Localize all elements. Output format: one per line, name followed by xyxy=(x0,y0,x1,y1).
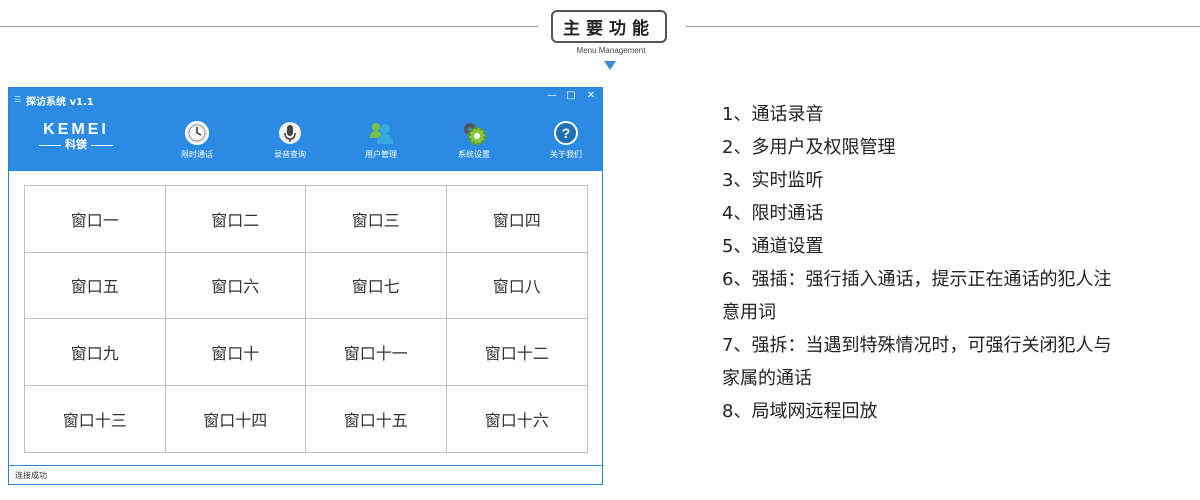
section-subtitle: Menu Management xyxy=(576,46,646,55)
grid-window-15[interactable]: 窗口十五 xyxy=(306,385,447,452)
clock-icon xyxy=(184,120,210,146)
window-title: 探访系统 v1.1 xyxy=(26,97,94,108)
grid-window-5[interactable]: 窗口五 xyxy=(25,252,166,319)
grid-window-4[interactable]: 窗口四 xyxy=(446,186,587,253)
feature-item: 8、局域网远程回放 xyxy=(722,401,878,422)
down-arrow-icon xyxy=(604,61,616,70)
feature-list: 1、通话录音 2、多用户及权限管理 3、实时监听 4、限时通话 5、通道设置 6… xyxy=(722,98,1152,428)
close-button[interactable]: ✕ xyxy=(583,89,599,103)
grid-window-10[interactable]: 窗口十 xyxy=(165,319,306,386)
grid-window-7[interactable]: 窗口七 xyxy=(306,252,447,319)
toolbar-item-user-management[interactable]: 用户管理 xyxy=(351,116,411,170)
header-divider-right xyxy=(686,26,1200,27)
toolbar-item-about-us[interactable]: ? 关于我们 xyxy=(536,116,596,170)
grid-window-3[interactable]: 窗口三 xyxy=(306,186,447,253)
grid-window-2[interactable]: 窗口二 xyxy=(165,186,306,253)
grid-window-16[interactable]: 窗口十六 xyxy=(447,386,588,453)
svg-text:?: ? xyxy=(562,125,571,141)
maximize-button[interactable]: □ xyxy=(563,89,579,103)
section-title: 主要功能 xyxy=(551,10,667,43)
feature-item: 5、通道设置 xyxy=(722,236,824,257)
grid-window-12[interactable]: 窗口十二 xyxy=(446,319,587,386)
help-icon: ? xyxy=(553,120,579,146)
app-window: ☰ 探访系统 v1.1 — □ ✕ KEMEI 科镁 限时通话 录音查询 用户管… xyxy=(8,87,603,485)
toolbar-item-timed-call[interactable]: 限时通话 xyxy=(167,116,227,170)
kemei-logo: KEMEI 科镁 xyxy=(31,122,121,162)
grid-window-14[interactable]: 窗口十四 xyxy=(166,385,306,452)
gear-icon xyxy=(461,120,487,146)
grid-window-8[interactable]: 窗口八 xyxy=(446,253,587,319)
toolbar-item-system-settings[interactable]: 系统设置 xyxy=(444,116,504,170)
grid-window-6[interactable]: 窗口六 xyxy=(165,252,306,319)
feature-item: 2、多用户及权限管理 xyxy=(722,137,896,158)
minimize-button[interactable]: — xyxy=(544,89,560,103)
grid-window-11[interactable]: 窗口十一 xyxy=(306,319,447,386)
app-icon: ☰ xyxy=(14,95,22,104)
users-icon xyxy=(368,120,394,146)
header-divider-left xyxy=(0,26,538,27)
status-text: 连接成功 xyxy=(15,471,47,480)
toolbar: KEMEI 科镁 限时通话 录音查询 用户管理 系统设置 ? 关于我们 xyxy=(9,112,602,171)
window-grid: 窗口一 窗口二 窗口三 窗口四 窗口五 窗口六 窗口七 窗口八 窗口九 窗口十 … xyxy=(24,185,588,453)
grid-window-9[interactable]: 窗口九 xyxy=(25,319,166,386)
feature-item: 3、实时监听 xyxy=(722,170,824,191)
feature-item: 意用词 xyxy=(722,302,776,323)
feature-item: 家属的通话 xyxy=(722,368,812,389)
title-bar[interactable]: ☰ 探访系统 v1.1 — □ ✕ xyxy=(9,88,602,112)
microphone-icon xyxy=(277,120,303,146)
feature-item: 7、强拆：当遇到特殊情况时，可强行关闭犯人与 xyxy=(722,335,1112,356)
feature-item: 4、限时通话 xyxy=(722,203,824,224)
grid-window-1[interactable]: 窗口一 xyxy=(25,186,166,253)
toolbar-item-recording-query[interactable]: 录音查询 xyxy=(260,116,320,170)
grid-window-13[interactable]: 窗口十三 xyxy=(25,385,166,452)
status-bar: 连接成功 xyxy=(9,465,602,484)
feature-item: 6、强插：强行插入通话，提示正在通话的犯人注 xyxy=(722,269,1112,290)
feature-item: 1、通话录音 xyxy=(722,104,824,125)
